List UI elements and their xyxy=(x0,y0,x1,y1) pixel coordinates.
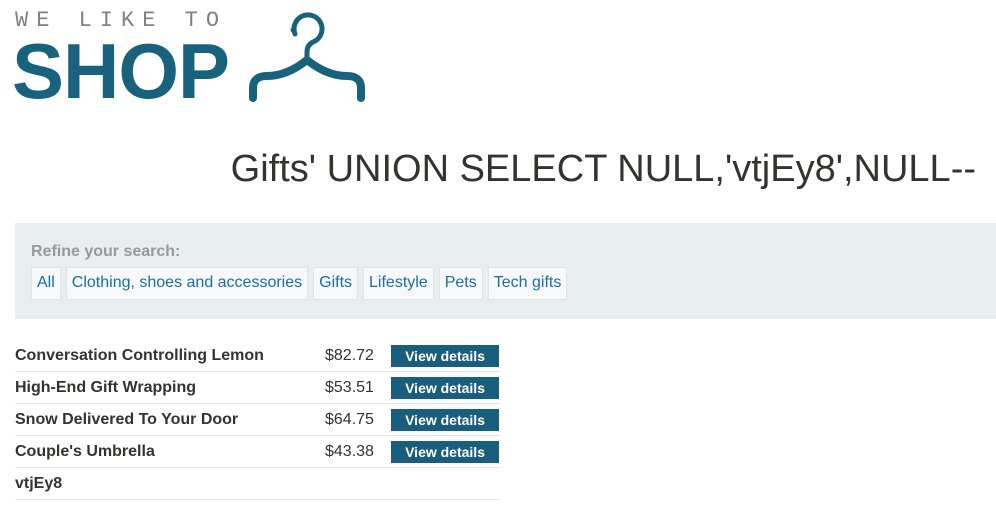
filter-link-gifts[interactable]: Gifts xyxy=(313,267,359,300)
site-logo[interactable]: WE LIKE TO SHOP xyxy=(12,6,375,110)
product-name: vtjEy8 xyxy=(15,467,325,500)
product-price xyxy=(325,467,391,500)
product-name: High-End Gift Wrapping xyxy=(15,371,325,404)
table-row: Conversation Controlling Lemon $82.72 Vi… xyxy=(15,340,499,372)
table-row: Couple's Umbrella $43.38 View details xyxy=(15,435,499,468)
filter-links: All Clothing, shoes and accessories Gift… xyxy=(31,267,568,300)
product-name: Snow Delivered To Your Door xyxy=(15,403,325,436)
logo-wordmark: SHOP xyxy=(12,27,230,115)
filter-link-all[interactable]: All xyxy=(31,267,61,300)
product-name: Couple's Umbrella xyxy=(15,435,325,468)
table-row: vtjEy8 xyxy=(15,467,499,500)
view-details-button[interactable]: View details xyxy=(391,408,499,431)
product-name: Conversation Controlling Lemon xyxy=(15,340,325,372)
product-price: $82.72 xyxy=(325,340,391,372)
filter-panel: Refine your search: All Clothing, shoes … xyxy=(15,223,996,319)
product-price: $64.75 xyxy=(325,403,391,436)
view-details-button[interactable]: View details xyxy=(391,344,499,367)
table-row: Snow Delivered To Your Door $64.75 View … xyxy=(15,403,499,436)
filter-link-pets[interactable]: Pets xyxy=(438,267,483,300)
hanger-icon xyxy=(249,12,365,102)
table-row: High-End Gift Wrapping $53.51 View detai… xyxy=(15,371,499,404)
view-details-button[interactable]: View details xyxy=(391,440,499,463)
page: WE LIKE TO SHOP Gifts' UNION SELECT NULL… xyxy=(0,0,996,509)
filter-link-lifestyle[interactable]: Lifestyle xyxy=(363,267,434,300)
product-price: $53.51 xyxy=(325,371,391,404)
filter-label: Refine your search: xyxy=(31,243,181,260)
view-details-button[interactable]: View details xyxy=(391,376,499,399)
filter-link-clothing[interactable]: Clothing, shoes and accessories xyxy=(65,267,309,300)
page-title: Gifts' UNION SELECT NULL,'vtjEy8',NULL-- xyxy=(230,148,976,190)
filter-link-tech-gifts[interactable]: Tech gifts xyxy=(487,267,568,300)
product-table: Conversation Controlling Lemon $82.72 Vi… xyxy=(15,340,499,500)
product-price: $43.38 xyxy=(325,435,391,468)
